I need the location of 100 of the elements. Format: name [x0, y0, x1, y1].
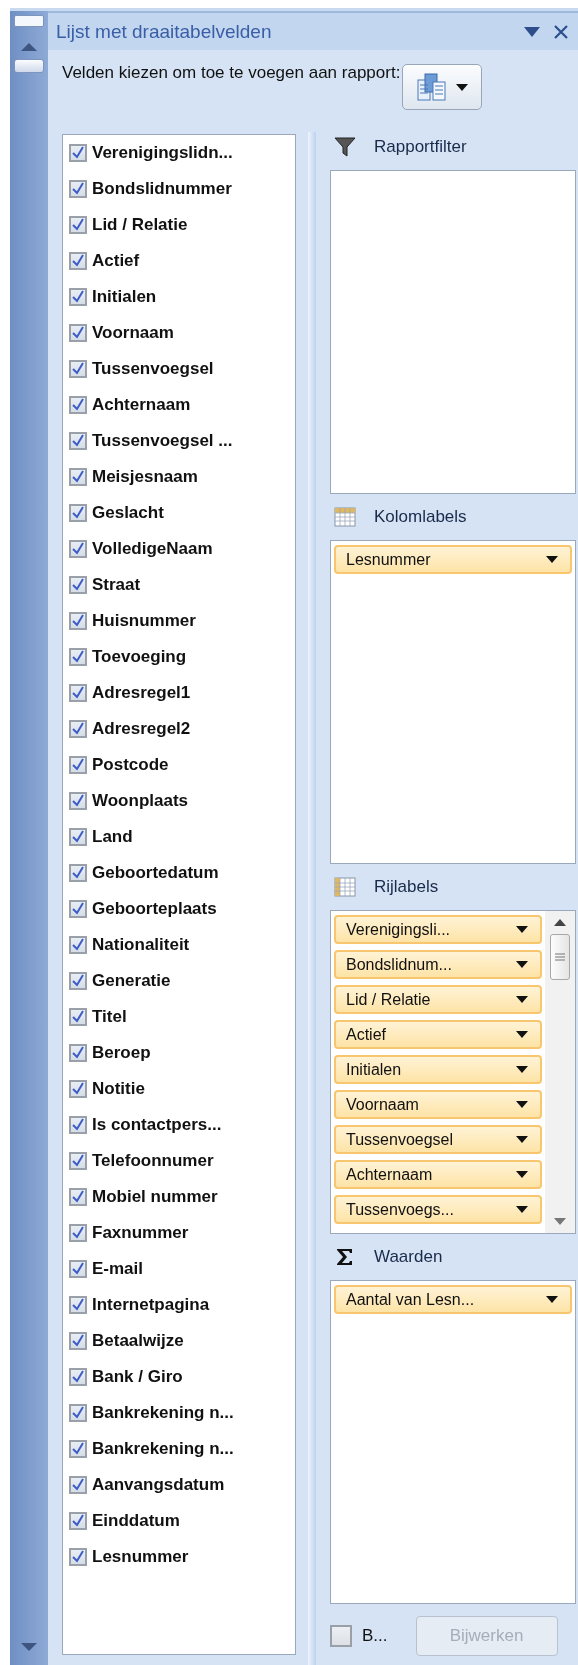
checkbox[interactable]	[69, 1260, 87, 1278]
checkbox[interactable]	[69, 720, 87, 738]
checkbox[interactable]	[69, 1188, 87, 1206]
field-chip[interactable]: Achternaam	[334, 1160, 542, 1189]
scroll-down-icon[interactable]	[554, 1218, 566, 1225]
field-label[interactable]: Initialen	[92, 287, 157, 307]
field-label[interactable]: Titel	[92, 1007, 127, 1027]
field-label[interactable]: Einddatum	[92, 1511, 180, 1531]
field-label[interactable]: Straat	[92, 575, 141, 595]
scroll-down-icon[interactable]	[21, 1643, 37, 1651]
field-label[interactable]: Meisjesnaam	[92, 467, 198, 487]
field-label[interactable]: Lid / Relatie	[92, 215, 188, 235]
field-label[interactable]: Geboorteplaats	[92, 899, 217, 919]
field-label[interactable]: Geboortedatum	[92, 863, 219, 883]
checkbox[interactable]	[69, 648, 87, 666]
checkbox[interactable]	[69, 1080, 87, 1098]
field-label[interactable]: Postcode	[92, 755, 169, 775]
checkbox[interactable]	[69, 432, 87, 450]
field-label[interactable]: Verenigingslidn...	[92, 143, 233, 163]
field-label[interactable]: Generatie	[92, 971, 171, 991]
field-label[interactable]: Tussenvoegsel	[92, 359, 214, 379]
field-label[interactable]: Adresregel1	[92, 683, 191, 703]
field-label[interactable]: Huisnummer	[92, 611, 196, 631]
field-label[interactable]: Mobiel nummer	[92, 1187, 218, 1207]
field-label[interactable]: Betaalwijze	[92, 1331, 184, 1351]
field-label[interactable]: Internetpagina	[92, 1295, 210, 1315]
dropdown-icon[interactable]	[524, 26, 540, 37]
field-label[interactable]: Adresregel2	[92, 719, 191, 739]
field-label[interactable]: Is contactpers...	[92, 1115, 222, 1135]
field-label[interactable]: Actief	[92, 251, 140, 271]
checkbox[interactable]	[69, 756, 87, 774]
checkbox[interactable]	[69, 828, 87, 846]
checkbox[interactable]	[69, 252, 87, 270]
checkbox[interactable]	[69, 288, 87, 306]
field-label[interactable]: Land	[92, 827, 133, 847]
field-chip[interactable]: Voornaam	[334, 1090, 542, 1119]
field-label[interactable]: Voornaam	[92, 323, 174, 343]
field-label[interactable]: Aanvangsdatum	[92, 1475, 225, 1495]
field-label[interactable]: Toevoeging	[92, 647, 187, 667]
field-chip[interactable]: Tussenvoegsel	[334, 1125, 542, 1154]
checkbox[interactable]	[69, 1476, 87, 1494]
field-chip[interactable]: Aantal van Lesn...	[334, 1285, 572, 1314]
field-label[interactable]: Bankrekening n...	[92, 1403, 234, 1423]
field-label[interactable]: Bondslidnummer	[92, 179, 232, 199]
field-label[interactable]: Bankrekening n...	[92, 1439, 234, 1459]
field-label[interactable]: Lesnummer	[92, 1547, 189, 1567]
checkbox[interactable]	[69, 1512, 87, 1530]
checkbox[interactable]	[69, 1404, 87, 1422]
checkbox[interactable]	[69, 144, 87, 162]
checkbox[interactable]	[69, 540, 87, 558]
checkbox[interactable]	[69, 1116, 87, 1134]
checkbox[interactable]	[69, 1548, 87, 1566]
checkbox[interactable]	[69, 1152, 87, 1170]
field-chip[interactable]: Bondslidnum...	[334, 950, 542, 979]
field-label[interactable]: Tussenvoegsel ...	[92, 431, 233, 451]
layout-button[interactable]	[402, 64, 482, 110]
field-label[interactable]: E-mail	[92, 1259, 144, 1279]
field-label[interactable]: Faxnummer	[92, 1223, 189, 1243]
field-chip[interactable]: Lesnummer	[334, 545, 572, 574]
checkbox[interactable]	[69, 396, 87, 414]
checkbox[interactable]	[69, 1224, 87, 1242]
field-label[interactable]: Notitie	[92, 1079, 145, 1099]
checkbox[interactable]	[69, 864, 87, 882]
checkbox[interactable]	[330, 1625, 352, 1647]
checkbox[interactable]	[69, 504, 87, 522]
field-label[interactable]: Beroep	[92, 1043, 151, 1063]
checkbox-label[interactable]: B...	[362, 1626, 388, 1646]
checkbox[interactable]	[69, 1008, 87, 1026]
field-chip[interactable]: Actief	[334, 1020, 542, 1049]
checkbox[interactable]	[69, 468, 87, 486]
scroll-thumb[interactable]	[14, 59, 44, 73]
field-chip[interactable]: Lid / Relatie	[334, 985, 542, 1014]
scroll-up-icon[interactable]	[554, 919, 566, 926]
field-label[interactable]: VolledigeNaam	[92, 539, 213, 559]
checkbox[interactable]	[69, 936, 87, 954]
field-label[interactable]: Nationaliteit	[92, 935, 190, 955]
field-chip[interactable]: Tussenvoegs...	[334, 1195, 542, 1224]
field-chip[interactable]: Initialen	[334, 1055, 542, 1084]
checkbox[interactable]	[69, 792, 87, 810]
close-icon[interactable]	[554, 24, 568, 39]
checkbox[interactable]	[69, 180, 87, 198]
checkbox[interactable]	[69, 324, 87, 342]
checkbox[interactable]	[69, 900, 87, 918]
checkbox[interactable]	[69, 1440, 87, 1458]
checkbox[interactable]	[69, 1332, 87, 1350]
field-label[interactable]: Geslacht	[92, 503, 164, 523]
checkbox[interactable]	[69, 1044, 87, 1062]
checkbox[interactable]	[69, 612, 87, 630]
checkbox[interactable]	[69, 1296, 87, 1314]
field-label[interactable]: Woonplaats	[92, 791, 189, 811]
checkbox[interactable]	[69, 216, 87, 234]
scroll-thumb[interactable]	[550, 934, 570, 980]
field-label[interactable]: Achternaam	[92, 395, 191, 415]
checkbox[interactable]	[69, 576, 87, 594]
field-label[interactable]: Telefoonnumer	[92, 1151, 214, 1171]
checkbox[interactable]	[69, 1368, 87, 1386]
checkbox[interactable]	[69, 360, 87, 378]
checkbox[interactable]	[69, 684, 87, 702]
checkbox[interactable]	[69, 972, 87, 990]
split-handle[interactable]	[14, 15, 44, 27]
